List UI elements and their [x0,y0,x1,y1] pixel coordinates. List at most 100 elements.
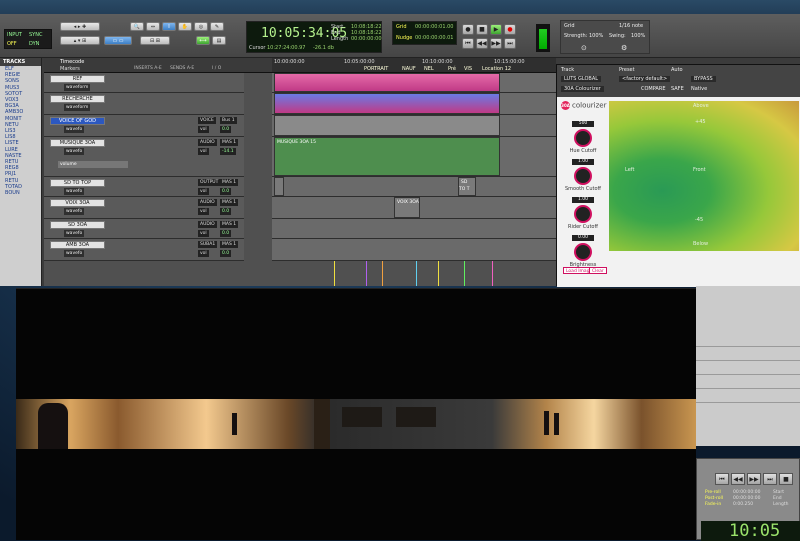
track-output[interactable]: MAS 1 [220,199,239,206]
track-input[interactable]: AUDIO [198,139,217,146]
marker-label[interactable]: NEL [424,66,434,72]
smooth-cutoff-knob[interactable] [574,167,592,185]
mode-dyn[interactable]: DYN [29,41,39,47]
track-view-selector[interactable]: wavefo [64,148,85,155]
track-lane[interactable]: MUSIQUE 3OA 15 [272,137,556,177]
track-volume-value[interactable]: 0.0 [220,208,232,215]
mode-input[interactable]: INPUT [7,32,22,38]
record-button-icon[interactable]: ● [504,24,516,35]
track-lane[interactable]: SD TO T [272,177,556,197]
stop-button-icon[interactable]: ■ [476,24,488,35]
track-volume-value[interactable]: -14.1 [220,148,236,155]
track-view-selector[interactable]: waveform [64,84,91,91]
gear-icon[interactable]: ⚙ [621,44,627,52]
track-name[interactable]: SD TO TOP [50,179,105,187]
track-lane[interactable] [272,93,556,115]
go-to-end-icon[interactable]: ⏭ [763,473,777,485]
track-header[interactable]: RECHERCHE waveform [44,93,244,115]
main-counter[interactable]: 10:05:34:05 Start End Length 10:08:18:22… [246,21,382,53]
track-output[interactable]: MAS 1 [220,139,239,146]
automation-selector[interactable]: volume [58,161,128,168]
track-output[interactable]: Bus 1 [220,117,237,124]
pencil-tool-icon[interactable]: ✎ [210,22,224,31]
plugin-preset-select[interactable]: <factory default> [619,76,671,82]
play-button-icon[interactable]: ▶ [490,24,502,35]
mode-panel[interactable]: INPUT SYNC OFF DYN [4,29,52,49]
marker-label[interactable]: NAUF [402,66,416,72]
trim-tool-icon[interactable]: ⇔ [146,22,160,31]
hue-cutoff-value[interactable]: 500 [572,121,594,127]
track-view-selector[interactable]: wavefo [64,188,85,195]
fast-forward-icon[interactable]: ▶▶ [747,473,761,485]
track-input[interactable]: SUBA1 [198,241,218,248]
track-output[interactable]: MAS 1 [220,241,239,248]
tool-mode-buttons[interactable]: ⊟ ⊞ [140,36,170,45]
audio-clip[interactable] [274,177,284,196]
grabber-tool-icon[interactable]: ✋ [178,22,192,31]
marker-label[interactable]: Location 12 [482,66,511,72]
swing-value[interactable]: 100% [631,33,645,39]
track-header[interactable]: MUSIQUE 3OA wavefo AUDIO MAS 1 vol -14.1 volum… [44,137,244,177]
track-header[interactable]: VOICE OF GOD wavefo VOICE Bus 1 vol 0.0 [44,115,244,137]
return-to-zero-icon[interactable]: ⏮ [715,473,729,485]
tracks-list-item[interactable]: BOUN [0,190,41,196]
track-view-selector[interactable]: waveform [64,104,91,111]
track-view-selector[interactable]: wavefo [64,230,85,237]
track-header[interactable]: VOIX 3OA wavefo AUDIO MAS 1 vol 0.0 [44,197,244,219]
return-to-zero-icon[interactable]: ⏮ [462,38,474,49]
rider-cutoff-value[interactable]: 1.00 [572,197,594,203]
track-volume-value[interactable]: 0.0 [220,250,232,257]
go-to-end-icon[interactable]: ⏭ [504,38,516,49]
track-name[interactable]: RECHERCHE [50,95,105,103]
track-input[interactable]: VOICE [198,117,216,124]
track-output[interactable]: MAS 1 [220,221,239,228]
fade-in-value[interactable]: 0:00.250 [733,502,753,507]
plugin-track-select[interactable]: LUTS GLOBAL [561,76,602,82]
track-view-selector[interactable]: wavefo [64,208,85,215]
track-header[interactable]: SD TO TOP wavefo OUTPUT MAS 1 vol 0.0 [44,177,244,197]
track-name[interactable]: VOIX 3OA [50,199,105,207]
track-output[interactable]: MAS 1 [220,179,239,186]
audio-clip[interactable]: MUSIQUE 3OA 15 [274,137,500,176]
track-name[interactable]: SD 3OA [50,221,105,229]
track-name[interactable]: VOICE OF GOD [50,117,105,125]
track-lane[interactable] [272,219,556,239]
track-lane[interactable] [272,73,556,93]
track-input[interactable]: OUTPUT [198,179,221,186]
midi-control-panel[interactable]: Grid 1/16 note Strength: 100% Swing: 100… [560,20,650,54]
fast-forward-icon[interactable]: ▶▶ [490,38,502,49]
track-volume-value[interactable]: 0.0 [220,126,232,133]
zoom-preset-buttons[interactable]: ▭ ▭ [104,36,132,45]
selector-tool-icon[interactable]: I [162,22,176,31]
track-view-selector[interactable]: wavefo [64,250,85,257]
marker-label[interactable]: PORTRAIT [364,66,388,72]
bypass-button[interactable]: BYPASS [691,76,716,82]
rider-cutoff-knob[interactable] [574,205,592,223]
track-lane[interactable] [272,115,556,137]
audio-clip[interactable]: VOIX 3OA [394,197,420,218]
audio-clip[interactable]: SD TO T [458,177,476,196]
marker-label[interactable]: Pré [448,66,456,72]
track-lane[interactable]: VOIX 3OA [272,197,556,219]
clear-button[interactable]: Clear [589,267,607,274]
mode-off[interactable]: OFF [7,41,17,47]
track-lane[interactable] [272,239,556,261]
timeline-rulers[interactable]: 10:00:00:00 10:05:00:00 10:10:00:00 10:1… [272,58,556,73]
pre-roll-value[interactable]: 00:00:00:00 [733,490,760,495]
scrubber-tool-icon[interactable]: ◎ [194,22,208,31]
midi-note-value[interactable]: 1/16 note [619,23,643,29]
mode-sync[interactable]: SYNC [29,32,42,38]
track-input[interactable]: AUDIO [198,199,217,206]
track-volume-value[interactable]: 0.0 [220,230,232,237]
zoom-tool-icon[interactable]: 🔍 [130,22,144,31]
colour-field[interactable]: Above +45 Left Front -45 Below [609,101,799,251]
track-header[interactable]: REF waveform [44,73,244,93]
edit-mode-buttons[interactable]: ▴ ▾ ⊞ [60,36,100,45]
stop-icon[interactable]: ■ [779,473,793,485]
track-name[interactable]: AMB 3OA [50,241,105,249]
nudge-value[interactable]: 00:00:00:00.01 [415,35,453,41]
safe-button[interactable]: SAFE [671,86,684,92]
audio-clip[interactable] [274,93,500,114]
track-name[interactable]: MUSIQUE 3OA [50,139,105,147]
track-input[interactable]: AUDIO [198,221,217,228]
